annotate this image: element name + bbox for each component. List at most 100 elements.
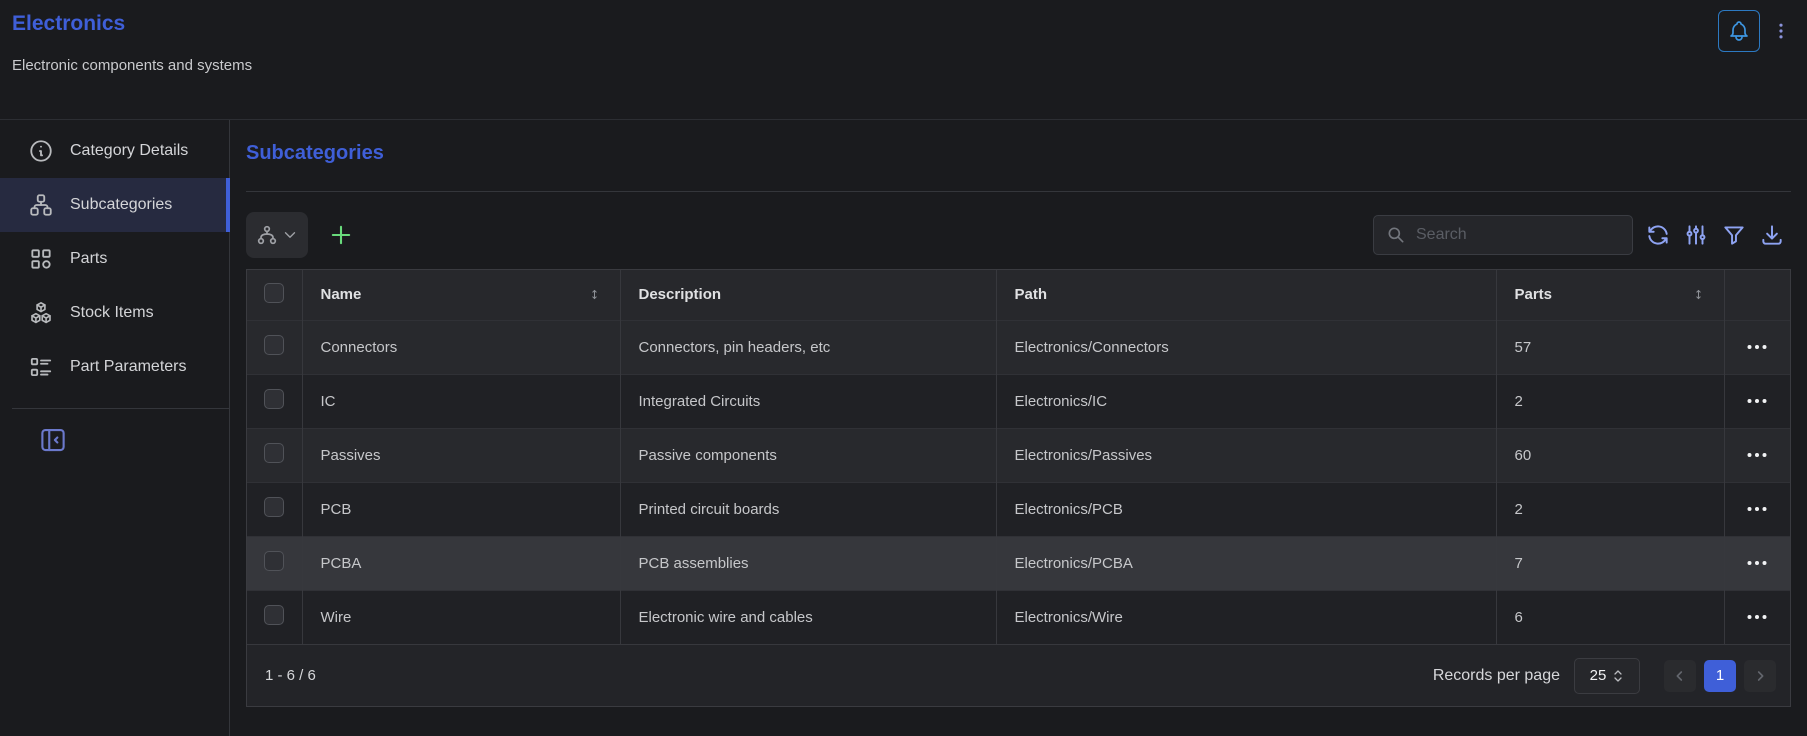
records-per-page-value: 25 [1590,667,1607,684]
page-body: Category Details Subcategories [0,119,1807,736]
tree-icon [255,223,279,247]
cell-path: Electronics/IC [996,374,1496,428]
sidebar-divider [12,408,229,409]
category-grid-icon [28,246,54,272]
table-row-ic[interactable]: IC Integrated Circuits Electronics/IC 2 [247,374,1790,428]
sidebar-item-parts[interactable]: Parts [0,232,229,286]
heading-divider [246,191,1791,192]
info-circle-icon [28,138,54,164]
notifications-button[interactable] [1718,10,1760,52]
chevron-left-icon [1672,668,1688,684]
row-checkbox[interactable] [264,497,284,517]
row-actions-button[interactable] [1737,440,1777,470]
column-header-actions [1724,270,1790,320]
cell-parts: 2 [1496,482,1724,536]
page-1-button[interactable]: 1 [1704,660,1736,692]
download-button[interactable] [1753,215,1791,255]
sidebar-item-part-parameters[interactable]: Part Parameters [0,340,229,394]
row-actions-button[interactable] [1737,494,1777,524]
cell-description: Integrated Circuits [620,374,996,428]
plus-icon [327,221,355,249]
cell-path: Electronics/Passives [996,428,1496,482]
row-checkbox[interactable] [264,335,284,355]
cell-name: PCBA [302,536,620,590]
search-icon [1386,225,1406,245]
add-subcategory-button[interactable] [324,218,358,252]
table-row-wire[interactable]: Wire Electronic wire and cables Electron… [247,590,1790,644]
column-label: Path [1015,286,1048,303]
sidebar-item-label: Parts [70,250,107,268]
header-actions [1718,10,1792,119]
cell-name: Connectors [302,320,620,374]
sidebar-item-category-details[interactable]: Category Details [0,124,229,178]
row-actions-button[interactable] [1737,548,1777,578]
cell-path: Electronics/Wire [996,590,1496,644]
record-range: 1 - 6 / 6 [265,667,316,684]
sidebar-item-label: Stock Items [70,304,154,322]
cell-description: PCB assemblies [620,536,996,590]
page-header: Electronics Electronic components and sy… [0,0,1807,119]
table-row-passives[interactable]: Passives Passive components Electronics/… [247,428,1790,482]
cell-description: Printed circuit boards [620,482,996,536]
refresh-button[interactable] [1639,215,1677,255]
cell-name: IC [302,374,620,428]
filter-button[interactable] [1715,215,1753,255]
next-page-button[interactable] [1744,660,1776,692]
refresh-icon [1645,222,1671,248]
column-header-name[interactable]: Name [302,270,620,320]
main-panel: Subcategories [230,120,1807,736]
column-header-parts[interactable]: Parts [1496,270,1724,320]
chevron-down-icon [281,226,299,244]
column-label: Description [639,286,722,303]
tree-view-button[interactable] [246,212,308,258]
cell-name: Passives [302,428,620,482]
pagination-controls: Records per page 25 [1433,658,1776,694]
column-header-path: Path [996,270,1496,320]
records-per-page-select[interactable]: 25 [1574,658,1640,694]
cell-parts: 6 [1496,590,1724,644]
header-checkbox-cell [247,270,302,320]
table-row-pcba[interactable]: PCBA PCB assemblies Electronics/PCBA 7 [247,536,1790,590]
previous-page-button[interactable] [1664,660,1696,692]
table-row-pcb[interactable]: PCB Printed circuit boards Electronics/P… [247,482,1790,536]
row-checkbox[interactable] [264,605,284,625]
column-label: Name [321,286,362,303]
sidebar-item-label: Part Parameters [70,358,186,376]
cell-name: Wire [302,590,620,644]
select-chevrons-icon [1612,668,1624,684]
adjustments-button[interactable] [1677,215,1715,255]
search-input[interactable] [1416,226,1620,244]
sidebar-item-label: Category Details [70,142,188,160]
section-heading[interactable]: Subcategories [246,142,1791,165]
column-label: Parts [1515,286,1553,303]
collapse-sidebar-button[interactable] [36,423,70,457]
row-actions-button[interactable] [1737,386,1777,416]
sort-arrows-icon [587,287,602,302]
sort-arrows-icon [1691,287,1706,302]
ellipsis-icon [1745,605,1769,629]
cell-description: Electronic wire and cables [620,590,996,644]
select-all-checkbox[interactable] [264,283,284,303]
sidebar-item-stock-items[interactable]: Stock Items [0,286,229,340]
row-checkbox[interactable] [264,443,284,463]
row-checkbox[interactable] [264,389,284,409]
ellipsis-icon [1745,497,1769,521]
ellipsis-icon [1745,551,1769,575]
page-title[interactable]: Electronics [12,12,252,36]
page-subtitle: Electronic components and systems [12,57,252,74]
table-row-connectors[interactable]: Connectors Connectors, pin headers, etc … [247,320,1790,374]
cell-path: Electronics/Connectors [996,320,1496,374]
overflow-menu-button[interactable] [1770,10,1792,52]
cell-path: Electronics/PCB [996,482,1496,536]
cell-description: Passive components [620,428,996,482]
ellipsis-icon [1745,389,1769,413]
packages-icon [28,300,54,326]
row-actions-button[interactable] [1737,602,1777,632]
row-actions-button[interactable] [1737,332,1777,362]
sidebar-item-subcategories[interactable]: Subcategories [0,178,229,232]
filter-icon [1721,222,1747,248]
subcategories-table: Name Description [246,269,1791,707]
cell-parts: 57 [1496,320,1724,374]
cell-parts: 2 [1496,374,1724,428]
row-checkbox[interactable] [264,551,284,571]
